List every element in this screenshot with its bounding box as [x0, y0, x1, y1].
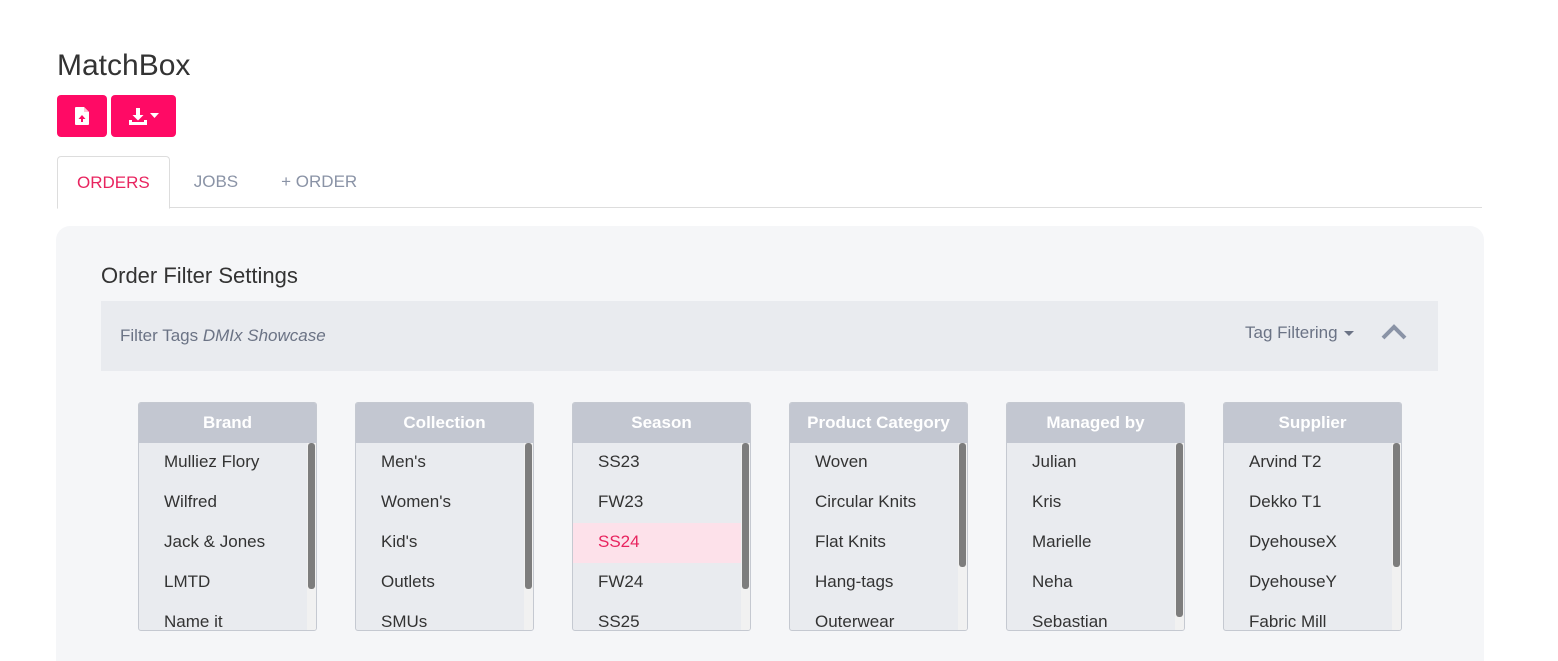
scrollbar-thumb[interactable] — [742, 443, 749, 589]
list-item[interactable]: Women's — [356, 483, 533, 523]
filter-list-collection: Collection Men's Women's Kid's Outlets SMUs — [355, 402, 534, 631]
tab-orders[interactable]: ORDERS — [57, 156, 170, 209]
scrollbar-thumb[interactable] — [1393, 443, 1400, 567]
tab-bar: ORDERS JOBS + ORDER — [57, 156, 1482, 209]
list-item[interactable]: Neha — [1007, 563, 1184, 603]
order-filter-panel: Order Filter Settings Filter Tags DMIx S… — [56, 226, 1484, 661]
list-item[interactable]: SS25 — [573, 603, 750, 630]
list-item[interactable]: Wilfred — [139, 483, 316, 523]
filter-tags-label: Filter Tags — [120, 326, 199, 345]
scrollbar-thumb[interactable] — [959, 443, 966, 567]
list-item[interactable]: Circular Knits — [790, 483, 967, 523]
list-item[interactable]: DyehouseY — [1224, 563, 1401, 603]
scrollbar[interactable] — [1175, 443, 1184, 630]
panel-title: Order Filter Settings — [101, 263, 298, 288]
list-body: Woven Circular Knits Flat Knits Hang-tags Ou… — [790, 443, 967, 630]
list-body: Julian Kris Marielle Neha Sebastian — [1007, 443, 1184, 630]
list-item[interactable]: DyehouseX — [1224, 523, 1401, 563]
list-item[interactable]: Hang-tags — [790, 563, 967, 603]
scrollbar[interactable] — [524, 443, 533, 630]
list-item[interactable]: FW23 — [573, 483, 750, 523]
scrollbar[interactable] — [307, 443, 316, 630]
tag-filtering-label: Tag Filtering — [1245, 323, 1338, 342]
download-dropdown-button[interactable] — [111, 95, 176, 137]
upload-file-button[interactable] — [57, 95, 107, 137]
filter-list-product-category: Product Category Woven Circular Knits Flat … — [789, 402, 968, 631]
scrollbar[interactable] — [741, 443, 750, 630]
toolbar — [57, 95, 176, 137]
app-title: MatchBox — [57, 49, 191, 82]
caret-down-icon — [1343, 330, 1354, 336]
list-item[interactable]: Jack & Jones — [139, 523, 316, 563]
list-item[interactable]: Woven — [790, 443, 967, 483]
list-body: Men's Women's Kid's Outlets SMUs — [356, 443, 533, 630]
filter-tags: Filter Tags DMIx Showcase — [120, 326, 326, 346]
list-item[interactable]: Mulliez Flory — [139, 443, 316, 483]
list-item[interactable]: SS24 — [573, 523, 750, 563]
filter-list-brand: Brand Mulliez Flory Wilfred Jack & Jones LMT… — [138, 402, 317, 631]
scrollbar[interactable] — [958, 443, 967, 630]
list-item[interactable]: Outlets — [356, 563, 533, 603]
list-body: SS23 FW23 SS24 FW24 SS25 — [573, 443, 750, 630]
list-item[interactable]: Fabric Mill — [1224, 603, 1401, 630]
filter-tags-value: DMIx Showcase — [202, 326, 326, 345]
list-header: Product Category — [790, 403, 967, 443]
list-item[interactable]: Kid's — [356, 523, 533, 563]
list-header: Brand — [139, 403, 316, 443]
list-item[interactable]: Sebastian — [1007, 603, 1184, 630]
list-header: Season — [573, 403, 750, 443]
list-body: Mulliez Flory Wilfred Jack & Jones LMTD Name… — [139, 443, 316, 630]
filter-tags-bar: Filter Tags DMIx Showcase Tag Filtering — [101, 301, 1438, 371]
tab-jobs[interactable]: JOBS — [170, 156, 262, 208]
scrollbar[interactable] — [1392, 443, 1401, 630]
list-item[interactable]: Outerwear — [790, 603, 967, 630]
filter-lists: Brand Mulliez Flory Wilfred Jack & Jones LMT… — [138, 402, 1402, 631]
list-item[interactable]: Dekko T1 — [1224, 483, 1401, 523]
list-item[interactable]: Flat Knits — [790, 523, 967, 563]
page: MatchBox ORDERS JOBS + ORDER Order Filte… — [0, 0, 1558, 661]
list-item[interactable]: Arvind T2 — [1224, 443, 1401, 483]
chevron-up-icon — [1381, 324, 1407, 345]
scrollbar-thumb[interactable] — [308, 443, 315, 589]
filter-list-supplier: Supplier Arvind T2 Dekko T1 DyehouseX Dyehou… — [1223, 402, 1402, 631]
tag-filtering-dropdown[interactable]: Tag Filtering — [1245, 323, 1354, 343]
list-header: Managed by — [1007, 403, 1184, 443]
file-upload-icon — [74, 107, 90, 125]
scrollbar-thumb[interactable] — [1176, 443, 1183, 617]
list-item[interactable]: FW24 — [573, 563, 750, 603]
list-item[interactable]: SMUs — [356, 603, 533, 630]
list-item[interactable]: Marielle — [1007, 523, 1184, 563]
list-item[interactable]: LMTD — [139, 563, 316, 603]
chevron-down-icon — [149, 113, 159, 119]
list-item[interactable]: Julian — [1007, 443, 1184, 483]
list-item[interactable]: SS23 — [573, 443, 750, 483]
list-item[interactable]: Kris — [1007, 483, 1184, 523]
list-header: Supplier — [1224, 403, 1401, 443]
list-header: Collection — [356, 403, 533, 443]
download-icon — [128, 107, 147, 125]
list-item[interactable]: Name it — [139, 603, 316, 630]
collapse-button[interactable] — [1381, 323, 1407, 345]
tab-add-order[interactable]: + ORDER — [262, 156, 376, 208]
filter-list-season: Season SS23 FW23 SS24 FW24 SS25 — [572, 402, 751, 631]
list-body: Arvind T2 Dekko T1 DyehouseX DyehouseY Fabri… — [1224, 443, 1401, 630]
list-item[interactable]: Men's — [356, 443, 533, 483]
scrollbar-thumb[interactable] — [525, 443, 532, 589]
filter-list-managed-by: Managed by Julian Kris Marielle Neha Sebastia… — [1006, 402, 1185, 631]
